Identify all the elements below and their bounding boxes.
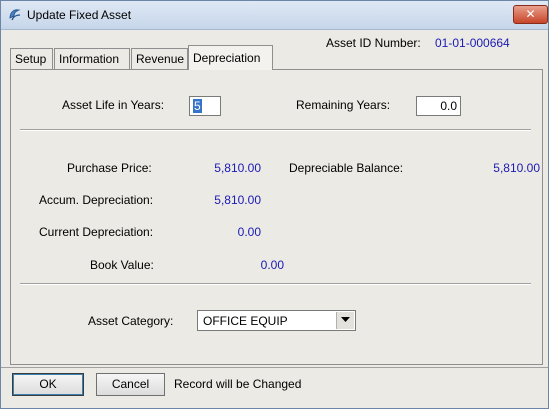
divider-bottom: [20, 283, 531, 285]
purchase-price-value: 5,810.00: [214, 161, 261, 175]
divider-top: [20, 129, 531, 131]
accum-depreciation-value: 5,810.00: [214, 193, 261, 207]
depreciation-content: Asset Life in Years: 5 Remaining Years: …: [1, 1, 548, 408]
asset-life-label: Asset Life in Years:: [62, 98, 165, 112]
depreciable-balance-label: Depreciable Balance:: [289, 161, 404, 175]
book-value-label: Book Value:: [90, 258, 154, 272]
update-fixed-asset-window: Update Fixed Asset ✕ Asset ID Number: 01…: [0, 0, 549, 409]
dropdown-button[interactable]: [336, 312, 354, 329]
asset-category-select[interactable]: OFFICE EQUIP: [197, 310, 356, 331]
book-value-value: 0.00: [260, 258, 284, 272]
remaining-years-input[interactable]: 0.0: [416, 96, 461, 116]
chevron-down-icon: [341, 317, 350, 322]
asset-category-label: Asset Category:: [88, 314, 174, 328]
depreciable-balance-value: 5,810.00: [493, 161, 540, 175]
remaining-years-value: 0.0: [440, 99, 457, 113]
current-depreciation-label: Current Depreciation:: [39, 225, 154, 239]
purchase-price-label: Purchase Price:: [67, 161, 152, 175]
remaining-years-label: Remaining Years:: [296, 98, 391, 112]
current-depreciation-value: 0.00: [237, 225, 261, 239]
asset-category-value: OFFICE EQUIP: [203, 314, 288, 328]
asset-life-input[interactable]: 5: [189, 96, 221, 116]
accum-depreciation-label: Accum. Depreciation:: [39, 193, 154, 207]
asset-life-value: 5: [193, 99, 202, 113]
